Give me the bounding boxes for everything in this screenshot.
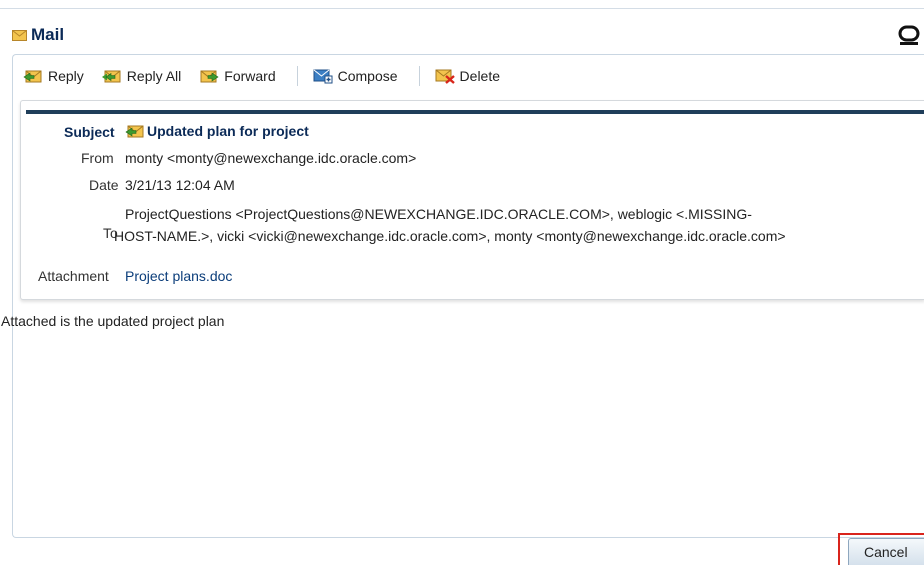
compose-label: Compose (337, 68, 398, 84)
from-value: monty <monty@newexchange.idc.oracle.com> (125, 150, 417, 166)
forward-label: Forward (224, 68, 276, 84)
header-accent-rule (26, 110, 924, 114)
window-title: Mail (31, 25, 65, 44)
reply-button[interactable]: Reply (20, 64, 87, 88)
reply-all-label: Reply All (126, 68, 182, 84)
compose-button[interactable]: Compose (310, 64, 401, 88)
attachment-link[interactable]: Project plans.doc (125, 268, 232, 284)
to-line: ProjectQuestions <ProjectQuestions@NEWEX… (125, 206, 752, 222)
mail-icon (12, 29, 27, 41)
forward-button[interactable]: Forward (196, 64, 278, 88)
subject-label: Subject (64, 124, 115, 140)
reply-label: Reply (48, 68, 84, 84)
date-label: Date (89, 177, 119, 193)
from-label: From (81, 150, 114, 166)
compose-icon (313, 69, 333, 84)
message-body: Attached is the updated project plan (1, 313, 225, 329)
toolbar-separator (296, 66, 298, 86)
reply-all-icon (101, 70, 121, 83)
window-title-bar: Mail (12, 24, 64, 46)
message-subject: Updated plan for project (125, 123, 309, 139)
reply-all-button[interactable]: Reply All (99, 64, 184, 88)
mail-toolbar: Reply Reply All Forward Compose Delete (20, 64, 503, 88)
attachment-label: Attachment (38, 268, 109, 284)
delete-button[interactable]: Delete (432, 64, 503, 88)
forward-icon (200, 70, 219, 83)
delete-label: Delete (459, 68, 501, 84)
to-line: HOST-NAME.>, vicki <vicki@newexchange.id… (114, 228, 786, 244)
subject-text: Updated plan for project (147, 123, 309, 139)
to-value: ProjectQuestions <ProjectQuestions@NEWEX… (114, 203, 920, 247)
toolbar-separator (418, 66, 420, 86)
date-value: 3/21/13 12:04 AM (125, 177, 235, 193)
delete-icon (435, 69, 455, 84)
cancel-button[interactable]: Cancel (848, 538, 924, 565)
oracle-logo-icon (898, 25, 920, 45)
replied-status-icon (125, 125, 144, 138)
reply-icon (23, 70, 42, 83)
top-divider (0, 8, 924, 9)
